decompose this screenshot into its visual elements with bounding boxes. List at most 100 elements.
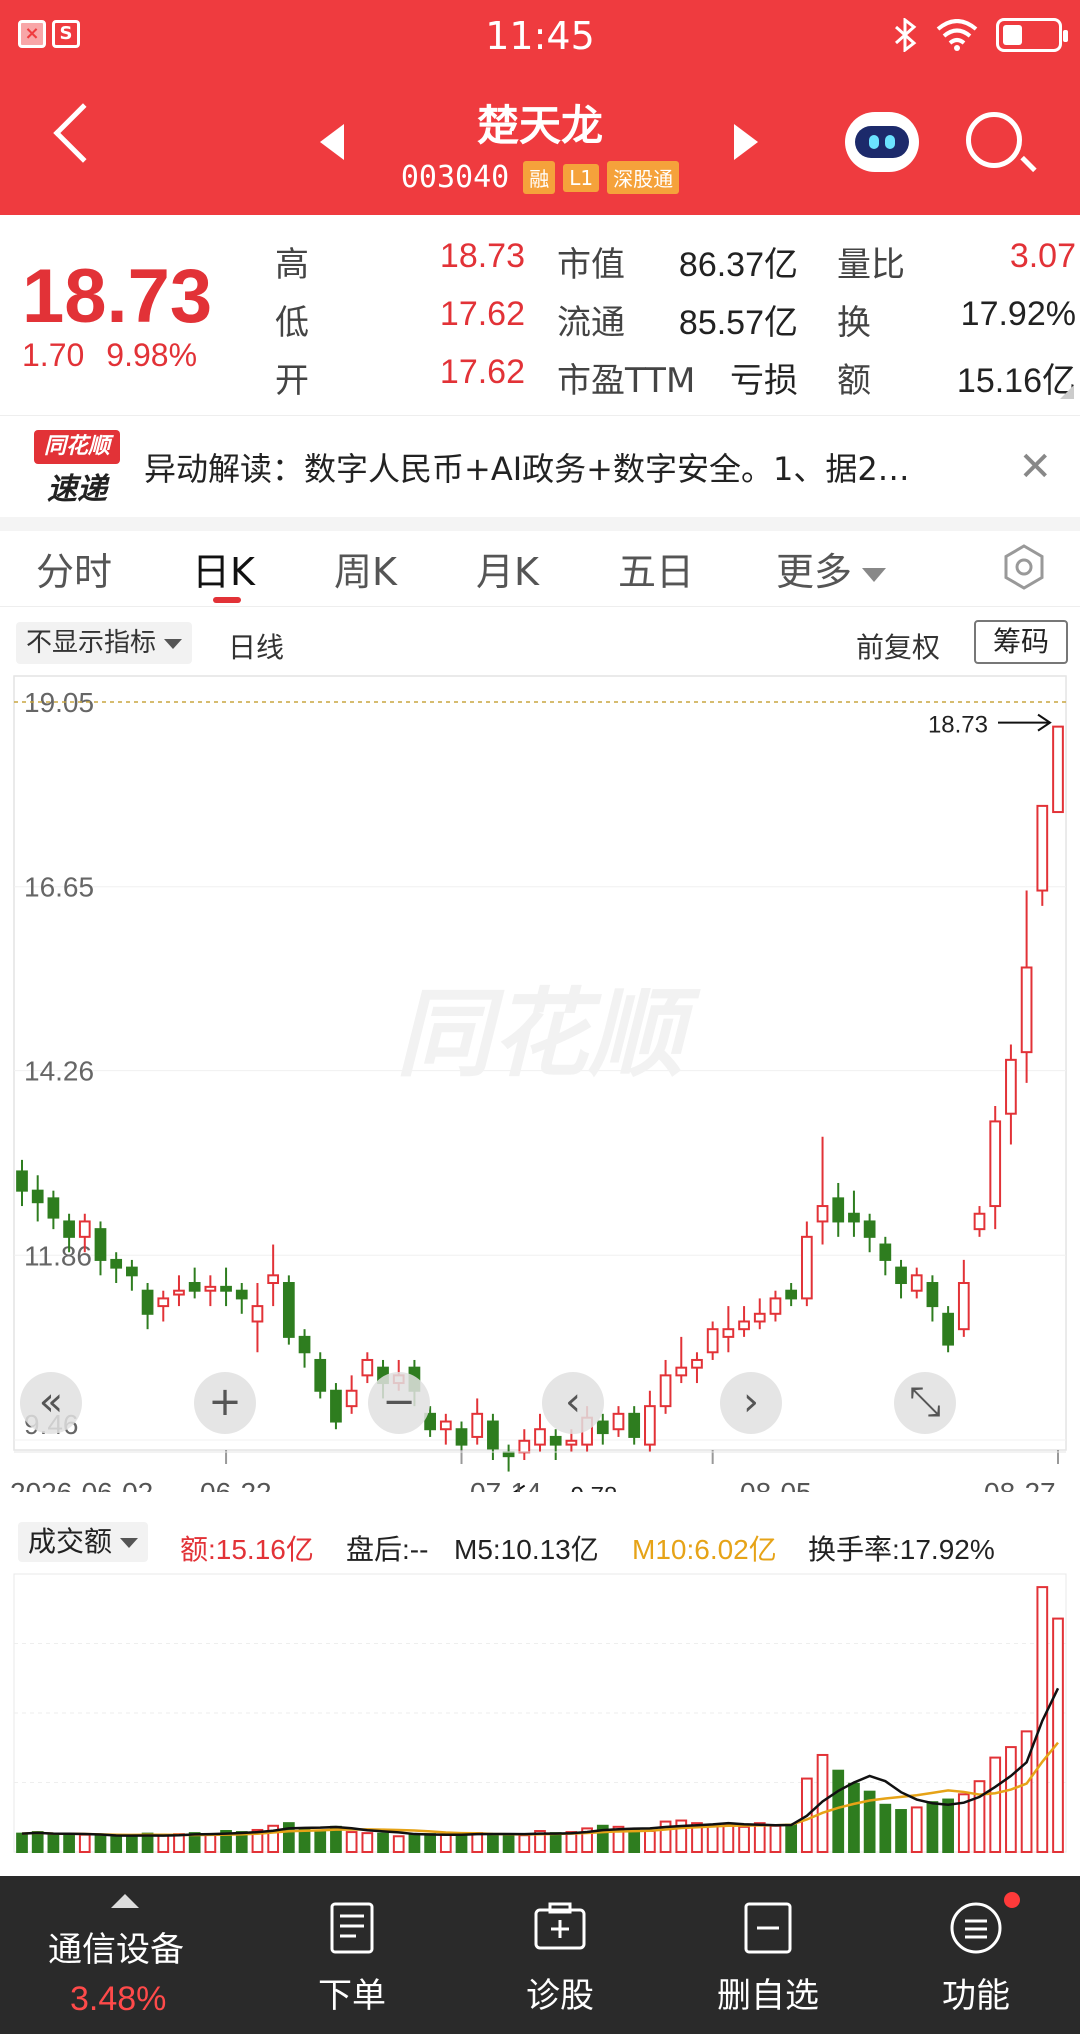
volume-bar: [408, 1834, 421, 1853]
candle-body: [251, 1305, 264, 1323]
expand-corner-icon[interactable]: [1060, 385, 1074, 399]
news-headline[interactable]: 异动解读：数字人民币+AI政务+数字安全。1、据2…: [144, 444, 984, 490]
volume-bar: [31, 1831, 44, 1854]
volume-bar: [47, 1834, 60, 1853]
tab-five-day[interactable]: 五日: [618, 541, 694, 596]
quote-row: 开 17.62 市盈TTM 亏损 额 15.16亿: [275, 353, 1080, 409]
rewind-button[interactable]: «: [20, 1372, 82, 1434]
chips-button[interactable]: 筹码: [974, 620, 1068, 664]
watermark: 同花顺: [396, 978, 701, 1090]
search-icon[interactable]: [966, 112, 1022, 168]
quote-value: 17.92%: [960, 295, 1076, 333]
notification-dot: [1004, 1892, 1020, 1908]
candle-body: [361, 1358, 374, 1377]
volume-bar: [785, 1823, 798, 1854]
tab-daily-k[interactable]: 日K: [192, 541, 255, 596]
ai-assistant-icon[interactable]: [845, 112, 919, 172]
candle-body: [879, 1243, 892, 1261]
candle-body: [926, 1282, 939, 1308]
volume-amount: 额:15.16亿: [180, 1534, 314, 1565]
quote-label: 换: [837, 303, 871, 343]
volume-panel: 成交额 额:15.16亿 盘后:-- M5:10.13亿 M10:6.02亿 换…: [0, 1510, 1080, 1860]
candle-body: [973, 1212, 986, 1231]
volume-bar: [471, 1832, 484, 1853]
candlestick-chart[interactable]: 19.0516.6514.2611.869.46同花顺18.739.782026…: [0, 672, 1080, 1492]
turnover-value: 换手率:17.92%: [808, 1534, 995, 1565]
candle-body: [659, 1374, 672, 1408]
tab-monthly-k[interactable]: 月K: [476, 541, 539, 596]
period-label: 日线: [228, 631, 285, 664]
quote-value: 17.62: [439, 295, 525, 333]
close-icon[interactable]: ✕: [1018, 444, 1052, 490]
candle-body: [863, 1220, 876, 1238]
x-tick-label: 06-22: [200, 1477, 272, 1492]
news-logo: 同花顺 速递: [34, 430, 120, 507]
x-tick-label: 2026-06-02: [10, 1477, 153, 1492]
scroll-right-button[interactable]: ›: [720, 1372, 782, 1434]
volume-indicator-select[interactable]: 成交额: [18, 1522, 149, 1562]
volume-bar: [832, 1769, 845, 1854]
candle-body: [487, 1420, 499, 1450]
connect-tag: 深股通: [607, 161, 680, 194]
nav-remove-favorite[interactable]: 删自选: [688, 1900, 848, 2017]
tab-more[interactable]: 更多: [776, 541, 887, 596]
candle-body: [628, 1412, 641, 1438]
app-header: × S 11:45 楚天龙 003040 融 L1 深股通: [0, 0, 1080, 215]
volume-m5: M5:10.13亿: [454, 1534, 599, 1565]
stock-code: 003040: [400, 160, 510, 195]
zoom-out-button[interactable]: −: [368, 1372, 430, 1434]
y-tick-label: 19.05: [24, 687, 94, 718]
scroll-left-button[interactable]: ‹: [542, 1372, 604, 1434]
candle-body: [235, 1289, 248, 1300]
volume-bar: [942, 1798, 954, 1853]
quote-value: 85.57亿: [678, 304, 798, 342]
bottom-nav: 通信设备 3.48% 下单 诊股 删自选 功能: [0, 1876, 1080, 2034]
tab-weekly-k[interactable]: 周K: [334, 541, 397, 596]
nav-diagnose[interactable]: 诊股: [480, 1900, 640, 2017]
volume-frame: [13, 1573, 1067, 1853]
indicator-select[interactable]: 不显示指标: [16, 622, 193, 664]
candle-body: [549, 1435, 562, 1446]
adjust-button[interactable]: 前复权: [856, 626, 940, 666]
next-stock-button[interactable]: [734, 124, 758, 160]
candle: [1052, 725, 1064, 814]
volume-bar: [549, 1832, 562, 1853]
candle-body: [612, 1412, 625, 1431]
sector-name[interactable]: 通信设备: [48, 1922, 184, 1971]
candle-body: [722, 1328, 735, 1338]
nav-order[interactable]: 下单: [272, 1900, 432, 2017]
zoom-in-button[interactable]: +: [194, 1372, 256, 1434]
y-tick-label: 11.86: [24, 1240, 92, 1271]
candle-body: [78, 1220, 91, 1238]
low-marker-label: 9.78: [571, 1483, 618, 1492]
candle-body: [753, 1312, 766, 1323]
candle-body: [110, 1258, 123, 1269]
candle-body: [173, 1289, 185, 1296]
quote-value: 15.16亿: [956, 362, 1076, 400]
volume-bar: [16, 1832, 28, 1853]
settings-icon[interactable]: [1000, 543, 1048, 591]
candle-body: [267, 1274, 280, 1285]
volume-bar: [753, 1822, 766, 1853]
candle-body: [31, 1189, 44, 1204]
candle-body: [345, 1389, 358, 1408]
change-value: 1.70: [22, 337, 85, 373]
candle-body: [832, 1197, 845, 1223]
volume-bar: [989, 1756, 1002, 1853]
candle-body: [1020, 966, 1033, 1054]
candle-body: [769, 1297, 782, 1315]
bluetooth-icon: [895, 18, 917, 52]
status-bar: × S 11:45: [0, 0, 1080, 75]
volume-header: 成交额 额:15.16亿 盘后:-- M5:10.13亿 M10:6.02亿 换…: [18, 1518, 1080, 1568]
candle-body: [314, 1358, 327, 1392]
fullscreen-button[interactable]: ⤡: [894, 1372, 956, 1434]
tab-intraday[interactable]: 分时: [36, 541, 112, 596]
nav-functions[interactable]: 功能: [896, 1900, 1056, 2017]
nav-diagnose-label: 诊股: [526, 1976, 594, 2016]
candle-body: [471, 1412, 484, 1438]
candle-body: [220, 1285, 232, 1292]
sector-change: 3.48%: [70, 1980, 167, 2018]
candle-body: [957, 1282, 970, 1331]
volume-bar: [502, 1833, 515, 1853]
news-bar[interactable]: 同花顺 速递 异动解读：数字人民币+AI政务+数字安全。1、据2… ✕: [0, 415, 1080, 517]
